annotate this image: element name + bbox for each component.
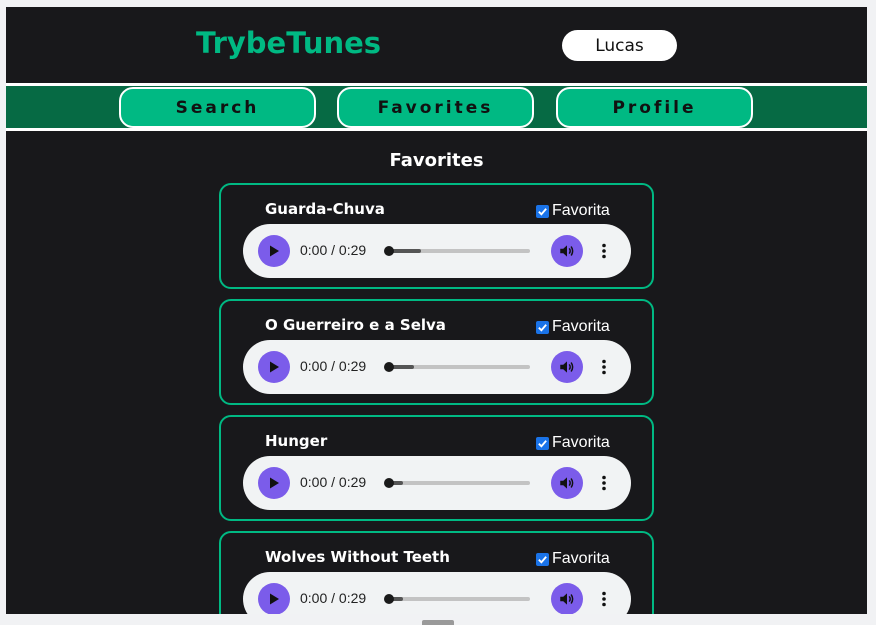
audio-player: 0:00 / 0:29	[243, 456, 631, 510]
progress-thumb[interactable]	[384, 362, 394, 372]
track-card: Guarda-Chuva Favorita 0:00 / 0:29	[219, 183, 654, 289]
play-icon[interactable]	[258, 235, 290, 267]
volume-icon[interactable]	[551, 351, 583, 383]
favorite-checkbox[interactable]: Favorita	[536, 550, 610, 568]
favorite-label: Favorita	[552, 434, 610, 451]
progress-slider[interactable]	[384, 362, 530, 372]
header: TrybeTunes Lucas	[6, 7, 867, 83]
app-logo: TrybeTunes	[196, 26, 382, 60]
app-window: TrybeTunes Lucas Search Favorites Profil…	[6, 7, 867, 614]
time-display: 0:00 / 0:29	[300, 358, 367, 374]
nav-divider	[6, 128, 867, 131]
progress-slider[interactable]	[384, 594, 530, 604]
more-vertical-icon[interactable]	[595, 351, 613, 383]
nav-search-link[interactable]: Search	[119, 87, 316, 128]
audio-player: 0:00 / 0:29	[243, 340, 631, 394]
track-name: Wolves Without Teeth	[265, 548, 450, 566]
user-name-badge: Lucas	[562, 30, 677, 61]
track-card: Wolves Without Teeth Favorita 0:00 / 0:2…	[219, 531, 654, 614]
more-vertical-icon[interactable]	[595, 235, 613, 267]
page-title: Favorites	[389, 150, 484, 171]
progress-slider[interactable]	[384, 478, 530, 488]
check-icon[interactable]	[536, 552, 549, 566]
play-icon[interactable]	[258, 351, 290, 383]
check-icon[interactable]	[536, 436, 549, 450]
play-icon[interactable]	[258, 467, 290, 499]
progress-thumb[interactable]	[384, 246, 394, 256]
nav-bar: Search Favorites Profile	[6, 86, 867, 128]
nav-profile-link[interactable]: Profile	[556, 87, 753, 128]
track-name: O Guerreiro e a Selva	[265, 316, 446, 334]
time-display: 0:00 / 0:29	[300, 474, 367, 490]
check-icon[interactable]	[536, 204, 549, 218]
nav-favorites-link[interactable]: Favorites	[337, 87, 534, 128]
track-name: Guarda-Chuva	[265, 200, 385, 218]
volume-icon[interactable]	[551, 467, 583, 499]
favorite-label: Favorita	[552, 202, 610, 219]
track-card: Hunger Favorita 0:00 / 0:29	[219, 415, 654, 521]
progress-slider[interactable]	[384, 246, 530, 256]
favorite-label: Favorita	[552, 550, 610, 567]
progress-thumb[interactable]	[384, 478, 394, 488]
audio-player: 0:00 / 0:29	[243, 572, 631, 614]
track-name: Hunger	[265, 432, 328, 450]
time-display: 0:00 / 0:29	[300, 590, 367, 606]
scroll-handle[interactable]	[422, 620, 454, 625]
play-icon[interactable]	[258, 583, 290, 614]
volume-icon[interactable]	[551, 583, 583, 614]
more-vertical-icon[interactable]	[595, 467, 613, 499]
check-icon[interactable]	[536, 320, 549, 334]
track-card: O Guerreiro e a Selva Favorita 0:00 / 0:…	[219, 299, 654, 405]
time-display: 0:00 / 0:29	[300, 242, 367, 258]
audio-player: 0:00 / 0:29	[243, 224, 631, 278]
favorite-checkbox[interactable]: Favorita	[536, 434, 610, 452]
favorite-checkbox[interactable]: Favorita	[536, 318, 610, 336]
more-vertical-icon[interactable]	[595, 583, 613, 614]
volume-icon[interactable]	[551, 235, 583, 267]
favorite-label: Favorita	[552, 318, 610, 335]
progress-thumb[interactable]	[384, 594, 394, 604]
favorite-checkbox[interactable]: Favorita	[536, 202, 610, 220]
